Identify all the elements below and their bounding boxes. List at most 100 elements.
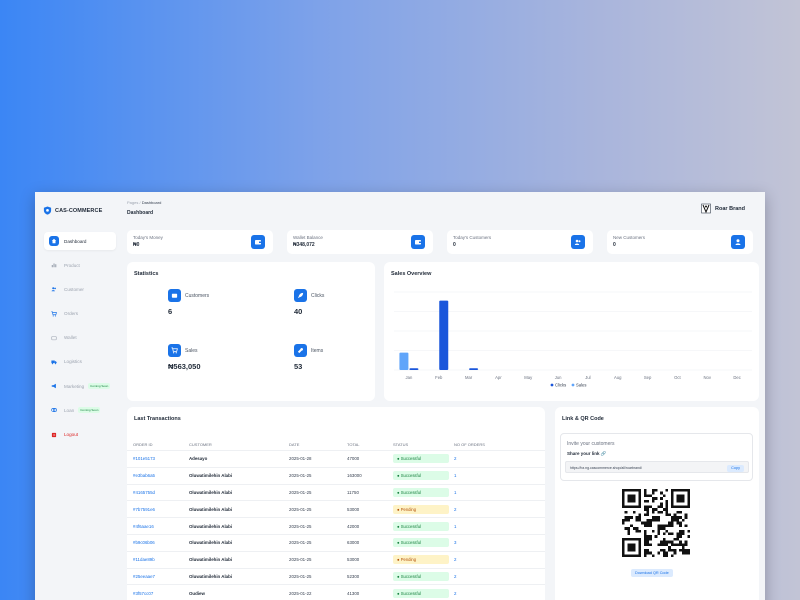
column-header: DATE: [289, 442, 300, 447]
order-count: 2: [454, 506, 457, 512]
wallet-icon: [168, 289, 181, 302]
table-row[interactable]: #101e5173 Adesayo 2025-01-28 47000 ● Success…: [127, 451, 545, 468]
order-total: 53000: [347, 557, 360, 563]
stat-card-todays-money: Today's Money ₦0: [127, 230, 273, 254]
sidebar-item-product[interactable]: Product: [44, 256, 116, 274]
download-qr-button[interactable]: Download QR Code: [631, 569, 673, 577]
order-id[interactable]: #4f6aae16: [127, 524, 189, 529]
order-date: 2025-01-28: [289, 456, 312, 462]
order-date: 2025-01-22: [289, 590, 312, 596]
breadcrumb: Pages / Dashboard: [127, 200, 161, 205]
status-badge: ● Successful: [393, 521, 449, 531]
sidebar-item-logout[interactable]: Logout: [44, 426, 116, 444]
order-count: 3: [454, 540, 457, 546]
order-id[interactable]: #11dae89b: [127, 557, 189, 562]
x-tick-label: May: [524, 375, 533, 380]
order-count: 2: [454, 557, 457, 563]
order-id[interactable]: #4165755d: [127, 490, 189, 495]
status-cell: ● Successful: [393, 471, 454, 481]
sidebar-item-label: Marketing: [64, 383, 85, 389]
panel-title: Last Transactions: [134, 416, 181, 422]
order-count: 2: [454, 573, 457, 579]
status-badge: ● Successful: [393, 571, 449, 581]
topbar: Pages / Dashboard Dashboard: [127, 200, 161, 216]
table-row[interactable]: #25eeaae7 Oluwatimilehin Alabi 2025-01-25 5…: [127, 569, 545, 586]
order-total: 11750: [347, 489, 359, 495]
coming-soon-badge: Coming Soon: [78, 407, 101, 414]
status-cell: ● Successful: [393, 487, 454, 497]
chart-bar-clicks: [469, 368, 479, 370]
table-row[interactable]: #4f6aae16 Oluwatimilehin Alabi 2025-01-25 4…: [127, 518, 545, 535]
sidebar-item-label: Logout: [64, 432, 79, 437]
user-menu[interactable]: Roar Brand: [701, 203, 745, 214]
x-tick-label: Jan: [406, 375, 413, 380]
status-cell: ● Successful: [393, 538, 454, 548]
legend-swatch: [571, 383, 575, 387]
customer-name: Oluwatimilehin Alabi: [189, 523, 233, 529]
transactions-table: ORDER ID CUSTOMER DATE TOTAL STATUS NO O…: [127, 439, 545, 600]
chart-bar-sales: [399, 352, 409, 370]
sidebar-item-logistics[interactable]: Logistics: [44, 353, 116, 371]
x-tick-label: Jun: [555, 375, 562, 380]
order-id[interactable]: #3f57cc07: [127, 591, 189, 596]
sidebar-item-dashboard[interactable]: Dashboard: [44, 232, 116, 250]
status-cell: ● Successful: [393, 588, 454, 598]
users-icon: [571, 235, 585, 249]
sidebar-item-loan[interactable]: Loan Coming Soon: [44, 401, 116, 419]
order-date: 2025-01-25: [289, 557, 312, 563]
order-date: 2025-01-25: [289, 540, 312, 546]
table-row[interactable]: #e3bab6a5 Oluwatimilehin Alabi 2025-01-25 1…: [127, 468, 545, 485]
order-total: 47000: [347, 456, 360, 462]
wallet-icon: [251, 235, 265, 249]
breadcrumb-parent[interactable]: Pages: [127, 200, 138, 205]
order-total: 53000: [347, 506, 360, 512]
order-total: 42000: [347, 523, 360, 529]
sidebar-item-customer[interactable]: Customer: [44, 280, 116, 298]
statistic-value: 6: [168, 307, 173, 316]
sales-overview-chart: Jan Feb Mar Apr May Jun Jul Aug Sep Oct Nov Dec Clic…: [394, 291, 752, 388]
brand-logo[interactable]: CAS-COMMERCE: [43, 206, 102, 215]
status-text: Successful: [400, 456, 421, 462]
app-window: CAS-COMMERCE Dashboard Product Customer …: [35, 192, 765, 600]
user-name: Roar Brand: [715, 205, 745, 212]
column-header: CUSTOMER: [189, 442, 212, 447]
table-row[interactable]: #11dae89b Oluwatimilehin Alabi 2025-01-25 5…: [127, 552, 545, 569]
customer-name: Oluwatimilehin Alabi: [189, 473, 233, 479]
breadcrumb-separator: /: [139, 200, 141, 205]
stat-value: 0: [453, 242, 456, 248]
coming-soon-badge: Coming Soon: [88, 383, 111, 390]
link-qr-panel: Link & QR Code Invite your customers Sha…: [555, 407, 759, 600]
invite-box: Invite your customers Share your link 🔗 …: [560, 433, 753, 481]
order-count: 1: [454, 473, 457, 479]
order-id[interactable]: #e3bab6a5: [127, 473, 189, 478]
stat-label: Wallet Balance: [293, 235, 323, 240]
order-id[interactable]: #b9c06b06: [127, 540, 189, 545]
status-cell: ● Pending: [393, 504, 454, 514]
table-row[interactable]: #4165755d Oluwatimilehin Alabi 2025-01-25 1…: [127, 485, 545, 502]
table-row[interactable]: #3f57cc07 Oudiew 2025-01-22 41300 ● Successf…: [127, 585, 545, 600]
order-id[interactable]: #25eeaae7: [127, 574, 189, 579]
sidebar-item-label: Logistics: [64, 359, 82, 365]
table-row[interactable]: #7b7591e6 Oluwatimilehin Alabi 2025-01-25 5…: [127, 501, 545, 519]
chart-bar-clicks: [439, 300, 449, 370]
status-cell: ● Successful: [393, 521, 454, 531]
stat-label: New Customers: [613, 235, 646, 240]
bar-chart-icon: [49, 260, 59, 270]
order-date: 2025-01-25: [289, 473, 312, 479]
wrench-icon: [294, 344, 307, 357]
order-id[interactable]: #101e5173: [127, 456, 189, 461]
stat-value: 0: [613, 242, 616, 248]
order-id[interactable]: #7b7591e6: [127, 507, 189, 512]
status-badge: ● Successful: [393, 471, 449, 481]
statistic-label: Sales: [185, 347, 198, 354]
table-row[interactable]: #b9c06b06 Oluwatimilehin Alabi 2025-01-25 6…: [127, 535, 545, 552]
copy-button[interactable]: Copy: [727, 464, 744, 472]
sidebar: CAS-COMMERCE Dashboard Product Customer …: [35, 192, 121, 600]
sidebar-item-wallet[interactable]: Wallet: [44, 329, 116, 347]
sidebar-item-label: Customer: [64, 286, 84, 292]
share-link-field[interactable]: https://bz.ng.cascommerce.shop/all/roarb…: [565, 461, 749, 473]
sidebar-item-marketing[interactable]: Marketing Coming Soon: [44, 377, 116, 395]
sidebar-item-orders[interactable]: Orders: [44, 305, 116, 323]
status-text: Successful: [400, 540, 421, 546]
status-badge: ● Pending: [393, 555, 449, 565]
